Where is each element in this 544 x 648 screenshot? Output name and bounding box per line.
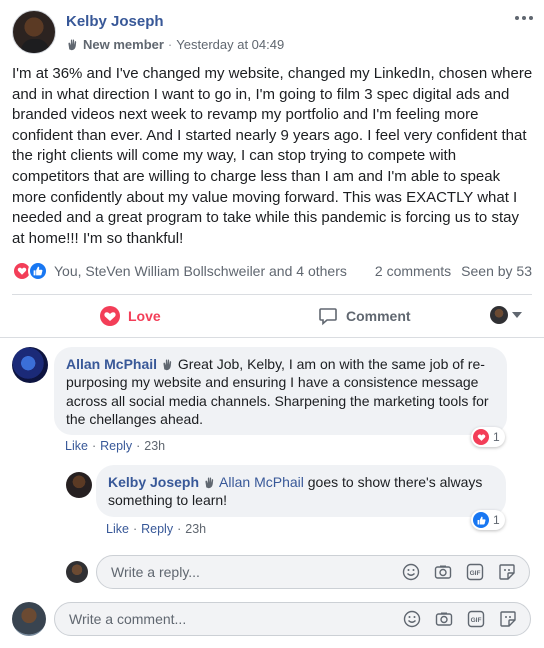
reactions-summary: You, SteVen William Bollschweiler and 4 … [12, 260, 532, 282]
divider [0, 337, 544, 338]
reply-link[interactable]: Reply [141, 522, 173, 536]
emoji-icon[interactable] [402, 609, 422, 629]
svg-text:GIF: GIF [471, 617, 482, 624]
reply-link[interactable]: Reply [100, 439, 132, 453]
like-link[interactable]: Like [65, 439, 88, 453]
viewer-select[interactable] [490, 306, 522, 324]
reaction-count: 1 [493, 513, 500, 527]
more-icon[interactable] [512, 10, 536, 26]
comment-time[interactable]: 23h [144, 439, 165, 453]
meta-separator: · [167, 37, 173, 52]
comment-author[interactable]: Allan McPhail [66, 356, 157, 372]
like-icon [28, 261, 48, 281]
like-link[interactable]: Like [106, 522, 129, 536]
author-avatar[interactable] [12, 10, 56, 54]
reaction-count: 1 [493, 430, 500, 444]
user-avatar [12, 602, 46, 636]
emoji-icon[interactable] [401, 562, 421, 582]
commenter-avatar[interactable] [66, 472, 92, 498]
comment-button[interactable]: Comment [318, 300, 411, 332]
comment-input[interactable]: Write a comment... [69, 611, 402, 627]
mention-link[interactable]: Allan McPhail [219, 474, 304, 490]
post-meta: New member · Yesterday at 04:49 [66, 37, 284, 52]
comment-reaction[interactable]: 1 [471, 510, 505, 530]
gif-icon[interactable]: GIF [465, 562, 485, 582]
reactors-list[interactable]: You, SteVen William Bollschweiler and 4 … [54, 263, 375, 279]
love-button[interactable]: Love [100, 300, 161, 332]
wave-icon [163, 359, 172, 371]
svg-text:GIF: GIF [470, 570, 481, 577]
love-icon [473, 429, 489, 445]
author-name[interactable]: Kelby Joseph [66, 13, 164, 30]
chevron-down-icon [512, 312, 522, 318]
comment-actions: Like · Reply · 23h [65, 439, 166, 453]
comment-time[interactable]: 23h [185, 522, 206, 536]
reply-input[interactable]: Write a reply... [111, 564, 401, 580]
divider [12, 294, 532, 295]
camera-icon[interactable] [434, 609, 454, 629]
love-label: Love [128, 308, 161, 324]
comments-count[interactable]: 2 comments [375, 263, 451, 279]
sticker-icon[interactable] [497, 562, 517, 582]
viewer-avatar [490, 306, 508, 324]
post-text: I'm at 36% and I've changed my website, … [12, 65, 533, 247]
wave-icon [205, 477, 214, 489]
commenter-avatar[interactable] [12, 347, 48, 383]
reply-input-box[interactable]: Write a reply... GIF [96, 555, 530, 589]
sticker-icon[interactable] [498, 609, 518, 629]
reply-bubble: Kelby Joseph Allan McPhail goes to show … [96, 465, 506, 517]
post-timestamp[interactable]: Yesterday at 04:49 [176, 37, 284, 52]
comment-actions: Like · Reply · 23h [106, 522, 207, 536]
comment-reaction[interactable]: 1 [471, 427, 505, 447]
comment-input-box[interactable]: Write a comment... GIF [54, 602, 531, 636]
like-icon [473, 512, 489, 528]
post-card: Kelby Joseph New member · Yesterday at 0… [0, 0, 544, 648]
camera-icon[interactable] [433, 562, 453, 582]
member-badge[interactable]: New member [83, 37, 164, 52]
reaction-icons[interactable] [12, 261, 48, 281]
wave-icon [68, 39, 77, 51]
comment-author[interactable]: Kelby Joseph [108, 474, 199, 490]
seen-by-count[interactable]: Seen by 53 [461, 263, 532, 279]
user-avatar [66, 561, 88, 583]
gif-icon[interactable]: GIF [466, 609, 486, 629]
comment-label: Comment [346, 308, 411, 324]
comment-bubble: Allan McPhail Great Job, Kelby, I am on … [54, 347, 507, 435]
love-icon [100, 306, 120, 326]
comment-icon [319, 308, 337, 326]
